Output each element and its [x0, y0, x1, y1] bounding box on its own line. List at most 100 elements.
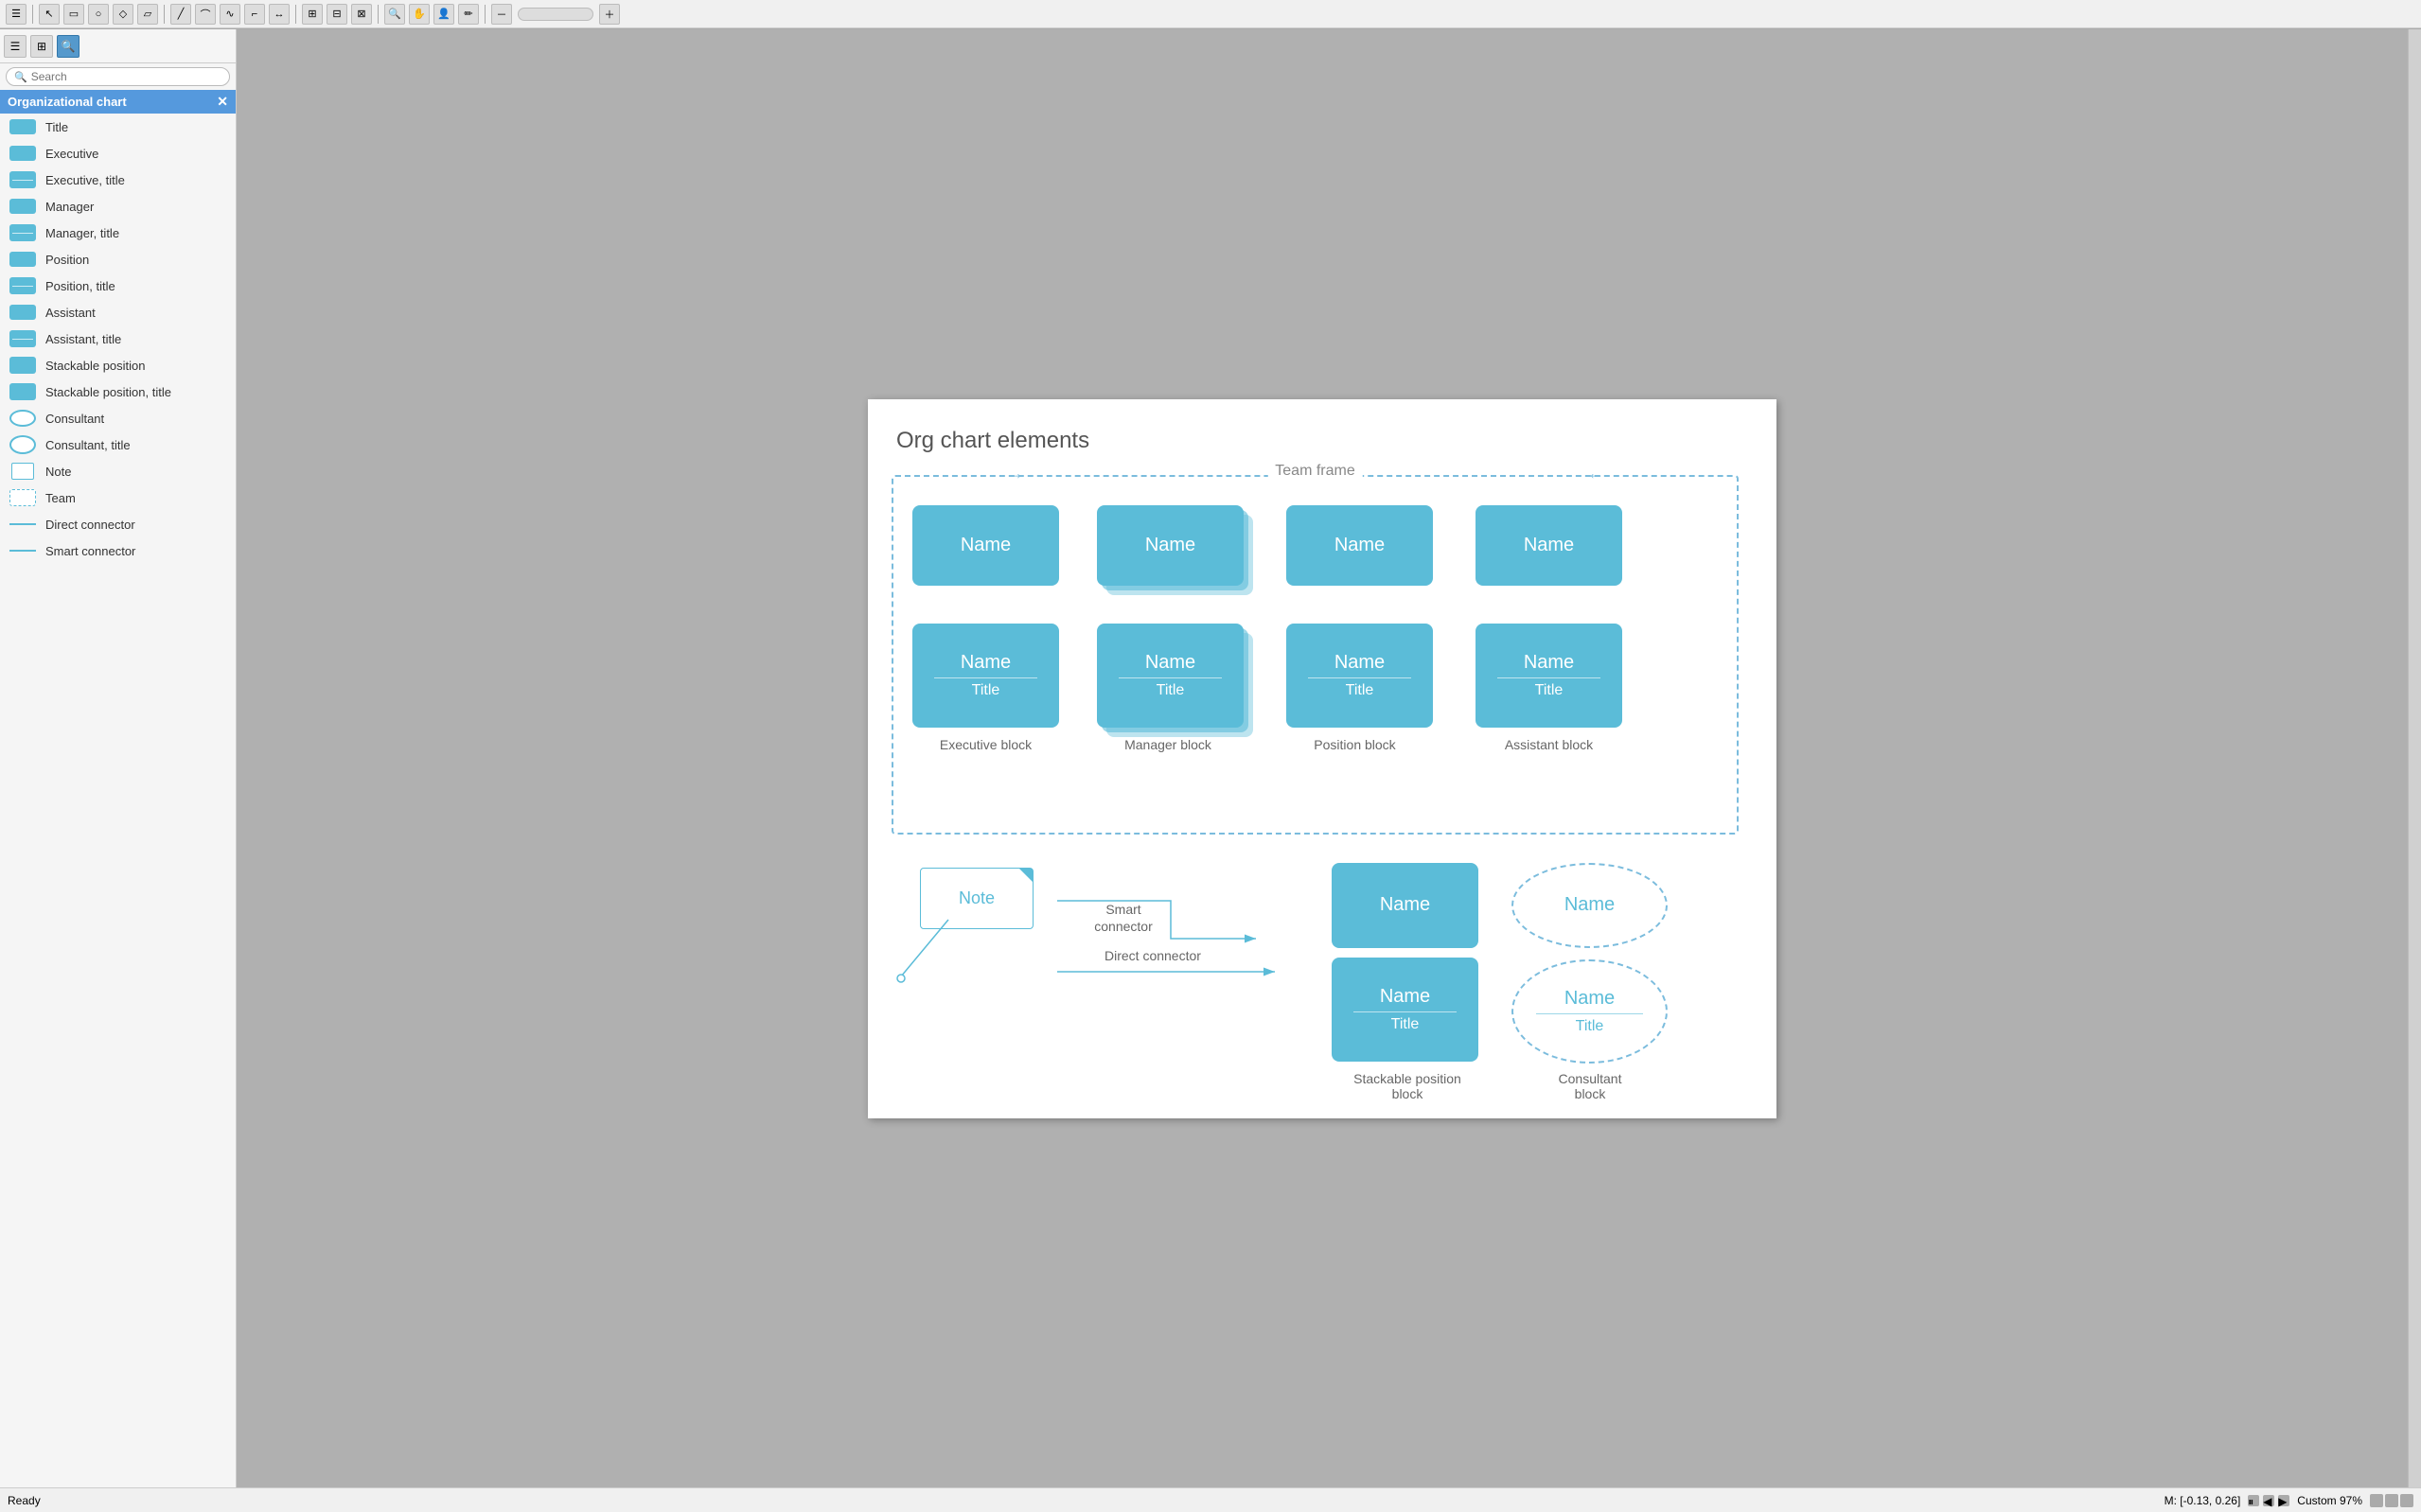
direct-connector-icon	[8, 515, 38, 534]
parallelogram-tool[interactable]: ▱	[137, 4, 158, 25]
panel-close-button[interactable]: ✕	[217, 94, 228, 110]
curve-tool[interactable]: ∿	[220, 4, 240, 25]
smart-connector-svg	[1048, 872, 1284, 958]
connector-tool[interactable]: ↔	[269, 4, 290, 25]
search-input[interactable]	[31, 70, 164, 83]
sidebar: ☰ ⊞ 🔍 🔍 Organizational chart ✕ Title	[0, 29, 237, 1487]
sidebar-menu-button[interactable]: ☰	[4, 35, 27, 58]
manager-label: Manager	[45, 200, 94, 214]
manager-divider	[1119, 677, 1222, 678]
consultant-block[interactable]: Name Title	[1511, 959, 1668, 1064]
view-icon-1[interactable]	[2370, 1494, 2383, 1507]
manager-block[interactable]: Name Title	[1097, 624, 1244, 728]
note-corner	[1019, 869, 1033, 882]
position-name: Name	[1334, 652, 1385, 674]
direct-connector-label-text: Direct connector	[1104, 948, 1201, 963]
consultant-name: Name	[1564, 988, 1615, 1010]
stackable-divider	[1353, 1011, 1457, 1012]
consultant-title-icon	[8, 435, 38, 454]
sidebar-items-list: Title Executive Executive, title Manager	[0, 114, 236, 1487]
consultant-block-top[interactable]: Name	[1511, 863, 1668, 948]
status-right: M: [-0.13, 0.26] ⏸ ◀ ▶ Custom 97%	[2165, 1494, 2413, 1507]
rectangle-tool[interactable]: ▭	[63, 4, 84, 25]
smart-connector-icon	[8, 541, 38, 560]
canvas[interactable]: Org chart elements → Team frame ← Name N…	[868, 399, 1776, 1118]
pause-icon[interactable]: ⏸	[2248, 1495, 2259, 1506]
stackable-block-top[interactable]: Name	[1332, 863, 1478, 948]
assistant-block-top[interactable]: Name	[1476, 505, 1622, 586]
align-tool[interactable]: ⊟	[327, 4, 347, 25]
manager-name: Name	[1145, 652, 1195, 674]
position-block[interactable]: Name Title	[1286, 624, 1433, 728]
sidebar-search-button[interactable]: 🔍	[57, 35, 80, 58]
pointer-tool[interactable]: ↖	[39, 4, 60, 25]
polyline-tool[interactable]: ⌐	[244, 4, 265, 25]
assistant-icon	[8, 303, 38, 322]
separator-2	[164, 5, 165, 24]
sidebar-item-manager[interactable]: Manager	[0, 193, 236, 220]
note-icon	[8, 462, 38, 481]
executive-block-label: Executive block	[893, 737, 1078, 752]
sidebar-item-executive-title[interactable]: Executive, title	[0, 167, 236, 193]
distribute-tool[interactable]: ⊠	[351, 4, 372, 25]
executive-block[interactable]: Name Title	[912, 624, 1059, 728]
select-tool[interactable]: 👤	[433, 4, 454, 25]
separator-5	[485, 5, 486, 24]
diamond-tool[interactable]: ◇	[113, 4, 133, 25]
stackable-block[interactable]: Name Title	[1332, 958, 1478, 1062]
sidebar-item-direct-connector[interactable]: Direct connector	[0, 511, 236, 537]
zoom-in-button[interactable]: ＋	[599, 4, 620, 25]
zoom-out-button[interactable]: －	[491, 4, 512, 25]
executive-divider	[934, 677, 1037, 678]
sidebar-item-stackable[interactable]: Stackable position	[0, 352, 236, 378]
view-icon-3[interactable]	[2400, 1494, 2413, 1507]
zoom-slider[interactable]	[518, 8, 593, 21]
sidebar-item-assistant[interactable]: Assistant	[0, 299, 236, 325]
next-icon[interactable]: ▶	[2278, 1495, 2289, 1506]
sidebar-grid-button[interactable]: ⊞	[30, 35, 53, 58]
search-box[interactable]: 🔍	[6, 67, 230, 86]
executive-block-top[interactable]: Name	[912, 505, 1059, 586]
position-icon	[8, 250, 38, 269]
position-block-top[interactable]: Name	[1286, 505, 1433, 586]
stackable-top-name: Name	[1380, 894, 1430, 916]
pen-tool[interactable]: ✏	[458, 4, 479, 25]
assistant-block[interactable]: Name Title	[1476, 624, 1622, 728]
sidebar-item-note[interactable]: Note	[0, 458, 236, 484]
right-scrollbar[interactable]	[2408, 29, 2421, 1487]
line-tool[interactable]: ╱	[170, 4, 191, 25]
sidebar-item-title[interactable]: Title	[0, 114, 236, 140]
sidebar-item-position[interactable]: Position	[0, 246, 236, 273]
view-icon-2[interactable]	[2385, 1494, 2398, 1507]
sidebar-item-assistant-title[interactable]: Assistant, title	[0, 325, 236, 352]
position-divider	[1308, 677, 1411, 678]
prev-icon[interactable]: ◀	[2263, 1495, 2274, 1506]
consultant-title-text: Title	[1576, 1018, 1604, 1035]
zoom-in-icon[interactable]: 🔍	[384, 4, 405, 25]
position-label: Position	[45, 253, 89, 267]
manager-block-top[interactable]: Name	[1097, 505, 1244, 586]
hand-tool[interactable]: ✋	[409, 4, 430, 25]
position-top-name: Name	[1334, 535, 1385, 556]
sidebar-item-smart-connector[interactable]: Smart connector	[0, 537, 236, 564]
menu-icon[interactable]: ☰	[6, 4, 27, 25]
executive-title: Title	[972, 682, 1000, 699]
team-label: Team	[45, 491, 76, 505]
view-controls	[2370, 1494, 2413, 1507]
sidebar-item-team[interactable]: Team	[0, 484, 236, 511]
sidebar-item-manager-title[interactable]: Manager, title	[0, 220, 236, 246]
ellipse-tool[interactable]: ○	[88, 4, 109, 25]
panel-title: Organizational chart	[8, 95, 127, 109]
arc-tool[interactable]: ⌒	[195, 4, 216, 25]
executive-title-label: Executive, title	[45, 173, 125, 187]
sidebar-item-consultant-title[interactable]: Consultant, title	[0, 431, 236, 458]
sidebar-item-consultant[interactable]: Consultant	[0, 405, 236, 431]
sidebar-item-position-title[interactable]: Position, title	[0, 273, 236, 299]
title-icon	[8, 117, 38, 136]
zoom-controls: ⏸ ◀ ▶	[2248, 1495, 2289, 1506]
group-tool[interactable]: ⊞	[302, 4, 323, 25]
panel-header: Organizational chart ✕	[0, 90, 236, 114]
sidebar-item-executive[interactable]: Executive	[0, 140, 236, 167]
sidebar-item-stackable-title[interactable]: Stackable position, title	[0, 378, 236, 405]
canvas-area[interactable]: Org chart elements → Team frame ← Name N…	[237, 29, 2408, 1487]
